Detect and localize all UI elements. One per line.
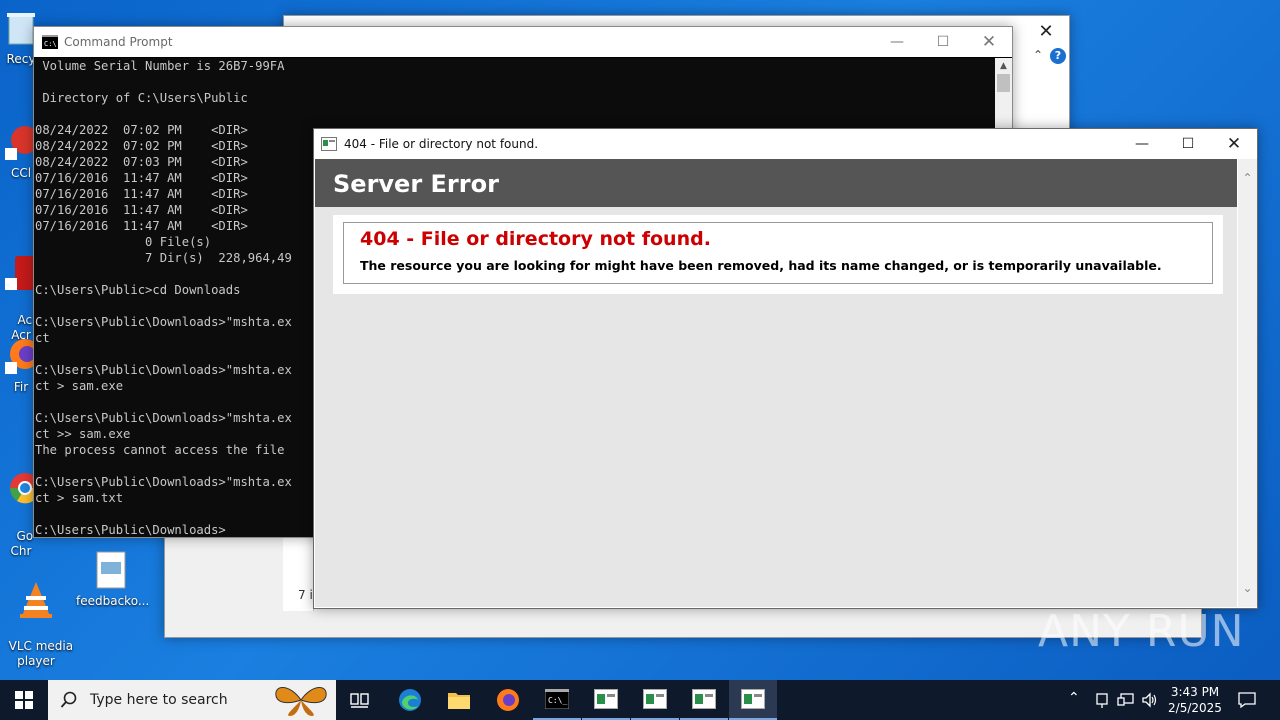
volume-icon[interactable]: [1141, 691, 1159, 709]
clock-date: 2/5/2025: [1168, 701, 1222, 715]
taskbar: Type here to search C:\_ ⌃ 3:43 PM 2/5/2…: [0, 680, 1280, 720]
cmd-minimize-button[interactable]: —: [874, 27, 920, 57]
error-window-title: 404 - File or directory not found.: [344, 136, 539, 151]
error-heading: 404 - File or directory not found.: [360, 228, 711, 250]
butterfly-decoration-icon: [275, 687, 327, 716]
taskbar-clock[interactable]: 3:43 PM 2/5/2025: [1163, 680, 1227, 720]
windows-logo-icon: [15, 691, 33, 709]
error-page-content: Server Error 404 - File or directory not…: [315, 159, 1237, 607]
error-message: The resource you are looking for might h…: [360, 258, 1162, 273]
scroll-up-icon[interactable]: ▲: [995, 61, 1012, 71]
image-file-icon: [96, 551, 126, 589]
error-page-window[interactable]: 404 - File or directory not found. — ☐ ✕…: [313, 128, 1258, 609]
svg-text:C:\: C:\: [44, 40, 57, 48]
app-window-icon: [643, 689, 667, 709]
error-minimize-button[interactable]: —: [1119, 129, 1165, 159]
app-window-icon: [741, 689, 765, 709]
chevron-down-icon[interactable]: ⌄: [1238, 581, 1257, 595]
network-adapter-icon[interactable]: [1094, 691, 1110, 709]
cmd-titlebar[interactable]: C:\ Command Prompt — ☐ ✕: [34, 27, 1012, 57]
taskbar-app-window-2[interactable]: [631, 680, 679, 720]
cmd-window-controls: — ☐ ✕: [874, 27, 1012, 57]
desktop-icon-vlc[interactable]: VLC media player: [1, 550, 73, 669]
error-window-controls: — ☐ ✕: [1119, 129, 1257, 159]
explorer-close-button[interactable]: ✕: [1023, 16, 1069, 46]
svg-text:C:\_: C:\_: [548, 696, 567, 705]
search-placeholder: Type here to search: [90, 692, 228, 708]
cmd-maximize-button[interactable]: ☐: [920, 27, 966, 57]
task-view-icon: [350, 693, 369, 708]
taskbar-cmd-button[interactable]: C:\_: [533, 680, 581, 720]
taskbar-app-window-1[interactable]: [582, 680, 630, 720]
vlc-icon: [20, 582, 52, 618]
clock-time: 3:43 PM: [1170, 685, 1220, 699]
cmd-window-title: Command Prompt: [64, 35, 173, 49]
help-icon[interactable]: ?: [1050, 48, 1066, 64]
show-hidden-icons-button[interactable]: ⌃: [1068, 690, 1080, 706]
start-button[interactable]: [0, 680, 48, 720]
cmd-app-icon: C:\: [42, 35, 58, 49]
anyrun-watermark: ANY RUN: [1038, 606, 1245, 657]
taskbar-firefox-button[interactable]: [484, 680, 532, 720]
error-page-scrollbar[interactable]: ⌃ ⌄: [1238, 159, 1257, 607]
error-fieldset: 404 - File or directory not found. The r…: [343, 222, 1213, 284]
console-line: Volume Serial Number is 26B7-99FA: [35, 59, 285, 73]
edge-icon: [399, 689, 421, 711]
taskbar-app-window-3[interactable]: [680, 680, 728, 720]
taskbar-file-explorer-button[interactable]: [435, 680, 483, 720]
desktop-icon-feedback[interactable]: feedbacko...: [76, 550, 149, 609]
notifications-icon[interactable]: [1238, 691, 1256, 709]
taskbar-app-window-active[interactable]: [729, 680, 777, 720]
error-close-button[interactable]: ✕: [1211, 129, 1257, 159]
search-icon: [60, 691, 77, 708]
firefox-icon: [497, 689, 519, 711]
cmd-icon: C:\_: [545, 689, 569, 709]
server-error-header: Server Error: [315, 159, 1237, 207]
chevron-up-icon[interactable]: ⌃: [1238, 171, 1257, 185]
app-window-icon: [594, 689, 618, 709]
scroll-thumb[interactable]: [997, 74, 1010, 92]
cmd-close-button[interactable]: ✕: [966, 27, 1012, 57]
error-content-panel: 404 - File or directory not found. The r…: [333, 215, 1223, 294]
taskbar-search-box[interactable]: Type here to search: [48, 680, 336, 720]
app-window-icon: [692, 689, 716, 709]
taskbar-edge-button[interactable]: [386, 680, 434, 720]
console-line: Directory of C:\Users\Public: [35, 91, 248, 105]
app-window-icon: [321, 136, 337, 151]
network-icon[interactable]: [1117, 691, 1135, 709]
folder-icon: [448, 693, 470, 709]
chevron-up-icon[interactable]: ⌃: [1033, 48, 1043, 62]
task-view-button[interactable]: [336, 680, 384, 720]
error-maximize-button[interactable]: ☐: [1165, 129, 1211, 159]
error-window-titlebar[interactable]: 404 - File or directory not found. — ☐ ✕: [314, 129, 1257, 158]
